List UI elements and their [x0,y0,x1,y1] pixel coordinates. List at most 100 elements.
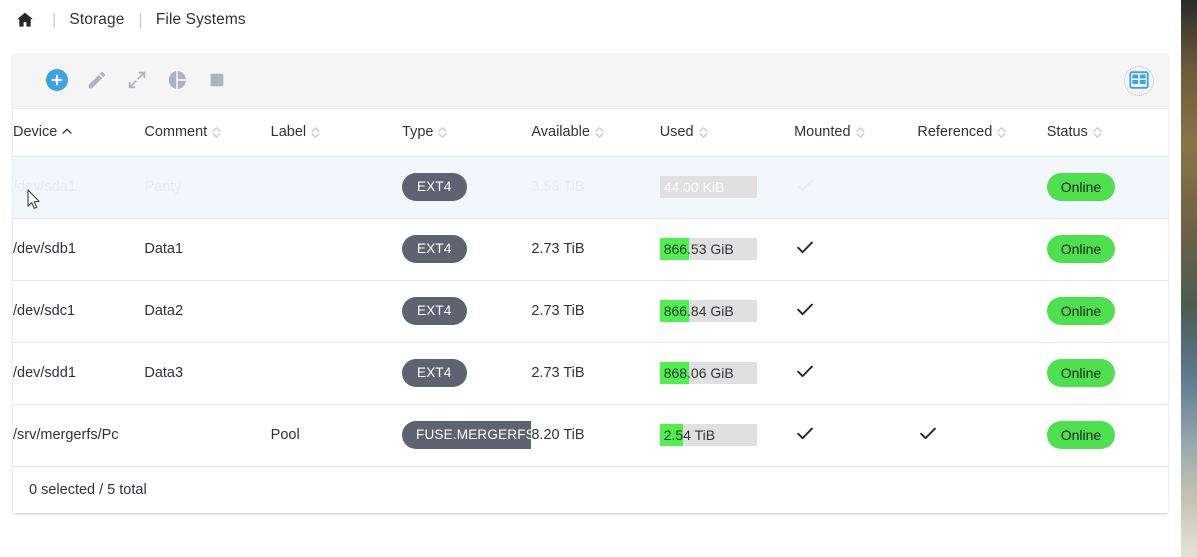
check-icon [794,174,816,196]
cell-label [270,156,403,219]
cell-comment: Data2 [144,280,271,343]
unmount-button[interactable] [197,61,237,101]
usage-bar-label: 868.06 GiB [663,365,734,381]
table-header-row: Device Comment Label Type Available Used… [13,109,1168,157]
column-header-mounted-label: Mounted [794,124,851,141]
cell-label [270,218,403,281]
table-row[interactable]: /dev/sda1 Parity EXT4 3.58 TiB 44.00 KiB [13,156,1168,219]
sort-none-icon [438,126,447,139]
file-systems-page: | Storage | File Systems Device Comment … [0,0,1181,557]
usage-bar: 866.84 GiB [659,300,757,322]
half-pie-chart-icon [166,69,188,94]
column-header-label-label: Label [270,124,307,141]
content-area: Device Comment Label Type Available Used… [0,40,1181,557]
sort-none-icon [311,126,320,139]
edit-button[interactable] [77,61,117,101]
status-badge: Online [1046,173,1116,201]
check-icon [794,298,816,320]
cell-type: EXT4 [402,218,532,281]
table-row[interactable]: /dev/sdb1 Data1 EXT4 2.73 TiB 866.53 GiB [13,218,1168,281]
sort-none-icon [595,126,604,139]
breadcrumb: | Storage | File Systems [0,0,1181,40]
sort-asc-icon [62,126,72,138]
cell-status: Online [1046,218,1168,281]
table-row[interactable]: /dev/sdc1 Data2 EXT4 2.73 TiB 866.84 GiB [13,280,1168,343]
column-header-type[interactable]: Type [402,109,532,157]
column-header-label[interactable]: Label [270,109,403,157]
cell-device: /srv/mergerfs/Pc [13,404,145,467]
cell-used: 866.53 GiB [659,218,795,281]
cell-status: Online [1046,156,1168,219]
cell-referenced [917,404,1047,467]
column-header-device[interactable]: Device [13,109,145,157]
filesystem-type-chip: FUSE.MERGERFS [402,421,532,449]
cell-referenced [917,342,1047,405]
breadcrumb-separator-1: | [52,10,57,29]
column-header-mounted[interactable]: Mounted [794,109,918,157]
cell-used: 868.06 GiB [659,342,795,405]
cell-device: /dev/sdc1 [13,280,145,343]
breadcrumb-item-storage[interactable]: Storage [69,11,124,29]
cell-mounted [794,218,918,281]
sort-none-icon [997,126,1006,139]
quota-button[interactable] [157,61,197,101]
cell-type: FUSE.MERGERFS [402,404,532,467]
file-systems-table: Device Comment Label Type Available Used… [13,109,1168,467]
column-header-available[interactable]: Available [531,109,660,157]
filesystem-type-chip: EXT4 [402,359,467,387]
sort-none-icon [856,126,865,139]
expand-arrows-icon [126,69,148,94]
home-icon[interactable] [12,7,38,33]
cell-available: 3.58 TiB [531,156,660,219]
column-header-used[interactable]: Used [659,109,795,157]
table-selection-summary: 0 selected / 5 total [13,466,1168,513]
check-icon [917,422,939,444]
cell-mounted [794,156,918,219]
cell-comment: Data1 [144,218,271,281]
table-body: /dev/sda1 Parity EXT4 3.58 TiB 44.00 KiB [13,156,1168,467]
stop-square-icon [206,69,228,94]
cell-referenced [917,280,1047,343]
sort-none-icon [1093,126,1102,139]
column-header-available-label: Available [531,124,590,141]
table-row[interactable]: /srv/mergerfs/Pc Pool FUSE.MERGERFS 8.20… [13,404,1168,467]
cell-used: 44.00 KiB [659,156,795,219]
column-header-comment[interactable]: Comment [144,109,271,157]
column-header-type-label: Type [402,124,434,141]
usage-bar-label: 866.84 GiB [663,303,734,319]
column-header-referenced[interactable]: Referenced [917,109,1047,157]
usage-bar: 866.53 GiB [659,238,757,260]
create-button[interactable] [37,61,77,101]
table-columns-button[interactable] [1119,61,1159,101]
cell-label: Pool [270,404,403,467]
cell-used: 2.54 TiB [659,404,795,467]
resize-button[interactable] [117,61,157,101]
cell-comment [144,404,271,467]
cell-mounted [794,342,918,405]
pencil-icon [86,69,108,94]
cell-comment: Data3 [144,342,271,405]
cell-label [270,342,403,405]
filesystem-type-chip: EXT4 [402,297,467,325]
status-badge: Online [1046,297,1116,325]
sort-none-icon [699,126,708,139]
column-header-status[interactable]: Status [1046,109,1168,157]
table-toolbar [13,54,1168,109]
check-icon [794,360,816,382]
cell-type: EXT4 [402,156,532,219]
column-header-used-label: Used [659,124,694,141]
usage-bar-label: 866.53 GiB [663,241,734,257]
cell-device: /dev/sdd1 [13,342,145,405]
table-row[interactable]: /dev/sdd1 Data3 EXT4 2.73 TiB 868.06 GiB [13,342,1168,405]
grid-table-icon [1128,69,1150,94]
cell-mounted [794,404,918,467]
column-header-device-label: Device [13,124,58,141]
cell-type: EXT4 [402,280,532,343]
cell-mounted [794,280,918,343]
cell-status: Online [1046,280,1168,343]
cell-referenced [917,156,1047,219]
cell-status: Online [1046,342,1168,405]
check-icon [794,236,816,258]
usage-bar-label: 44.00 KiB [663,179,725,195]
breadcrumb-item-file-systems[interactable]: File Systems [156,11,246,29]
